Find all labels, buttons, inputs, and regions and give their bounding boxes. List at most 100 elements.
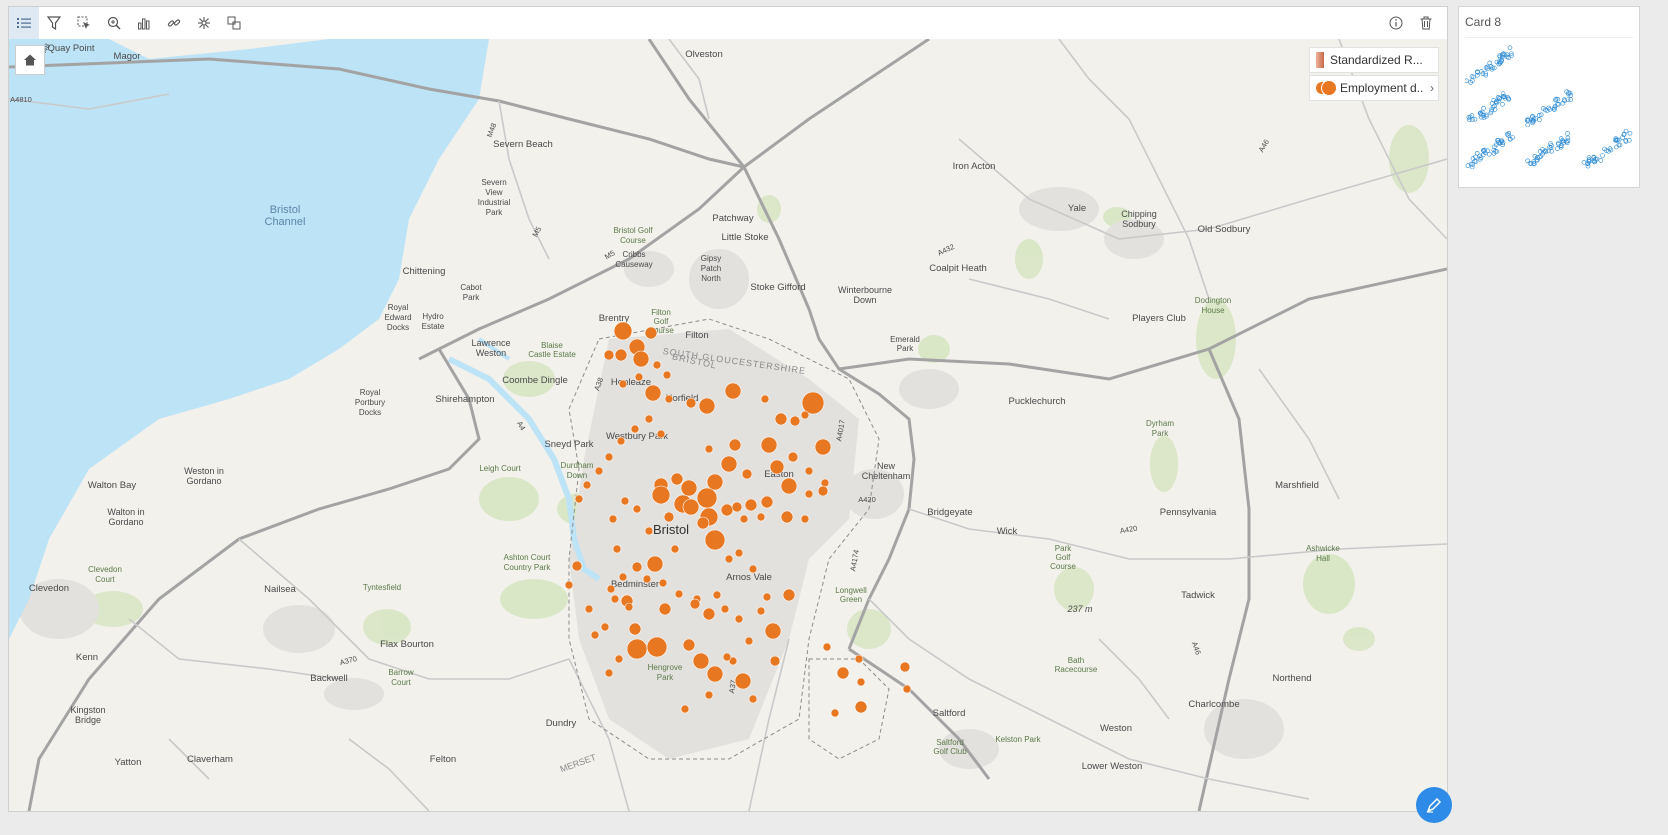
employment-symbol[interactable] (712, 590, 722, 600)
employment-symbol[interactable] (774, 412, 788, 426)
employment-symbol[interactable] (620, 496, 630, 506)
employment-symbol[interactable] (760, 436, 778, 454)
employment-symbol[interactable] (720, 503, 734, 517)
employment-symbol[interactable] (748, 564, 758, 574)
employment-symbol[interactable] (704, 529, 726, 551)
employment-symbol[interactable] (662, 370, 672, 380)
employment-symbol[interactable] (644, 384, 662, 402)
employment-symbol[interactable] (604, 452, 614, 462)
employment-symbol[interactable] (814, 438, 832, 456)
employment-symbol[interactable] (780, 510, 794, 524)
employment-symbol[interactable] (696, 487, 718, 509)
employment-symbol[interactable] (574, 494, 584, 504)
employment-symbol[interactable] (682, 498, 700, 516)
employment-symbol[interactable] (692, 652, 710, 670)
employment-symbol[interactable] (631, 561, 643, 573)
employment-symbol[interactable] (804, 466, 814, 476)
employment-symbol[interactable] (651, 485, 671, 505)
delete-button[interactable] (1411, 7, 1441, 39)
employment-symbol[interactable] (856, 677, 866, 687)
employment-symbol[interactable] (804, 489, 814, 499)
filter-button[interactable] (39, 7, 69, 39)
employment-symbol[interactable] (734, 548, 744, 558)
employment-symbol[interactable] (644, 326, 658, 340)
employment-symbol[interactable] (760, 495, 774, 509)
scatter-thumbnail[interactable] (1581, 129, 1635, 169)
scatter-thumbnail[interactable] (1465, 45, 1519, 85)
employment-symbol[interactable] (769, 459, 785, 475)
employment-symbol[interactable] (756, 512, 766, 522)
employment-symbol[interactable] (604, 668, 614, 678)
employment-symbol[interactable] (682, 638, 696, 652)
employment-symbol[interactable] (630, 424, 640, 434)
employment-symbol[interactable] (854, 700, 868, 714)
employment-symbol[interactable] (836, 666, 850, 680)
employment-symbol[interactable] (704, 444, 714, 454)
employment-symbol[interactable] (899, 661, 911, 673)
employment-symbol[interactable] (600, 622, 610, 632)
employment-symbol[interactable] (817, 485, 829, 497)
employment-symbol[interactable] (756, 606, 766, 616)
employment-symbol[interactable] (652, 360, 662, 370)
employment-symbol[interactable] (782, 588, 796, 602)
employment-symbol[interactable] (706, 473, 724, 491)
cluster-button[interactable] (189, 7, 219, 39)
employment-symbol[interactable] (789, 415, 801, 427)
employment-symbol[interactable] (780, 477, 798, 495)
employment-symbol[interactable] (724, 554, 734, 564)
employment-symbol[interactable] (612, 544, 622, 554)
employment-symbol[interactable] (670, 472, 684, 486)
legend-list-button[interactable] (9, 7, 39, 39)
employment-symbol[interactable] (722, 652, 732, 662)
employment-symbol[interactable] (704, 690, 714, 700)
employment-symbol[interactable] (658, 602, 672, 616)
employment-symbol[interactable] (801, 391, 825, 415)
employment-symbol[interactable] (594, 466, 604, 476)
employment-symbol[interactable] (644, 526, 654, 536)
employment-symbol[interactable] (728, 438, 742, 452)
employment-symbol[interactable] (689, 598, 701, 610)
employment-symbol[interactable] (614, 348, 628, 362)
employment-symbol[interactable] (680, 479, 698, 497)
employment-symbol[interactable] (702, 607, 716, 621)
employment-symbol[interactable] (902, 684, 912, 694)
employment-symbol[interactable] (787, 451, 799, 463)
scatter-thumbnail[interactable] (1465, 129, 1519, 169)
employment-symbol[interactable] (613, 321, 633, 341)
employment-symbol[interactable] (724, 382, 742, 400)
legend-item-employment[interactable]: Employment d... › (1309, 75, 1439, 101)
employment-symbol[interactable] (720, 604, 730, 614)
chart-button[interactable] (129, 7, 159, 39)
employment-symbol[interactable] (854, 654, 864, 664)
employment-symbol[interactable] (564, 580, 574, 590)
employment-symbol[interactable] (748, 694, 758, 704)
employment-symbol[interactable] (674, 589, 684, 599)
zoom-button[interactable] (99, 7, 129, 39)
employment-symbol[interactable] (670, 544, 680, 554)
employment-symbol[interactable] (739, 514, 749, 524)
link-button[interactable] (159, 7, 189, 39)
scatter-thumbnail[interactable] (1465, 87, 1519, 127)
select-button[interactable] (69, 7, 99, 39)
employment-symbol[interactable] (582, 480, 592, 490)
employment-symbol[interactable] (606, 584, 616, 594)
employment-symbol[interactable] (680, 704, 690, 714)
employment-symbol[interactable] (584, 604, 594, 614)
employment-symbol[interactable] (616, 436, 626, 446)
employment-symbol[interactable] (744, 498, 758, 512)
employment-symbol[interactable] (618, 379, 628, 389)
employment-symbol[interactable] (696, 516, 710, 530)
employment-symbol[interactable] (685, 397, 697, 409)
employment-symbol[interactable] (646, 555, 664, 573)
employment-symbol[interactable] (760, 394, 770, 404)
employment-symbol[interactable] (642, 574, 652, 584)
employment-symbol[interactable] (626, 638, 648, 660)
sketch-button[interactable] (1416, 787, 1452, 823)
employment-symbol[interactable] (731, 501, 743, 513)
employment-symbol[interactable] (720, 455, 738, 473)
employment-symbol[interactable] (706, 665, 724, 683)
employment-symbol[interactable] (830, 708, 840, 718)
employment-symbol[interactable] (664, 394, 674, 404)
legend-item-standardized[interactable]: Standardized R... (1309, 47, 1439, 73)
employment-symbol[interactable] (762, 592, 772, 602)
